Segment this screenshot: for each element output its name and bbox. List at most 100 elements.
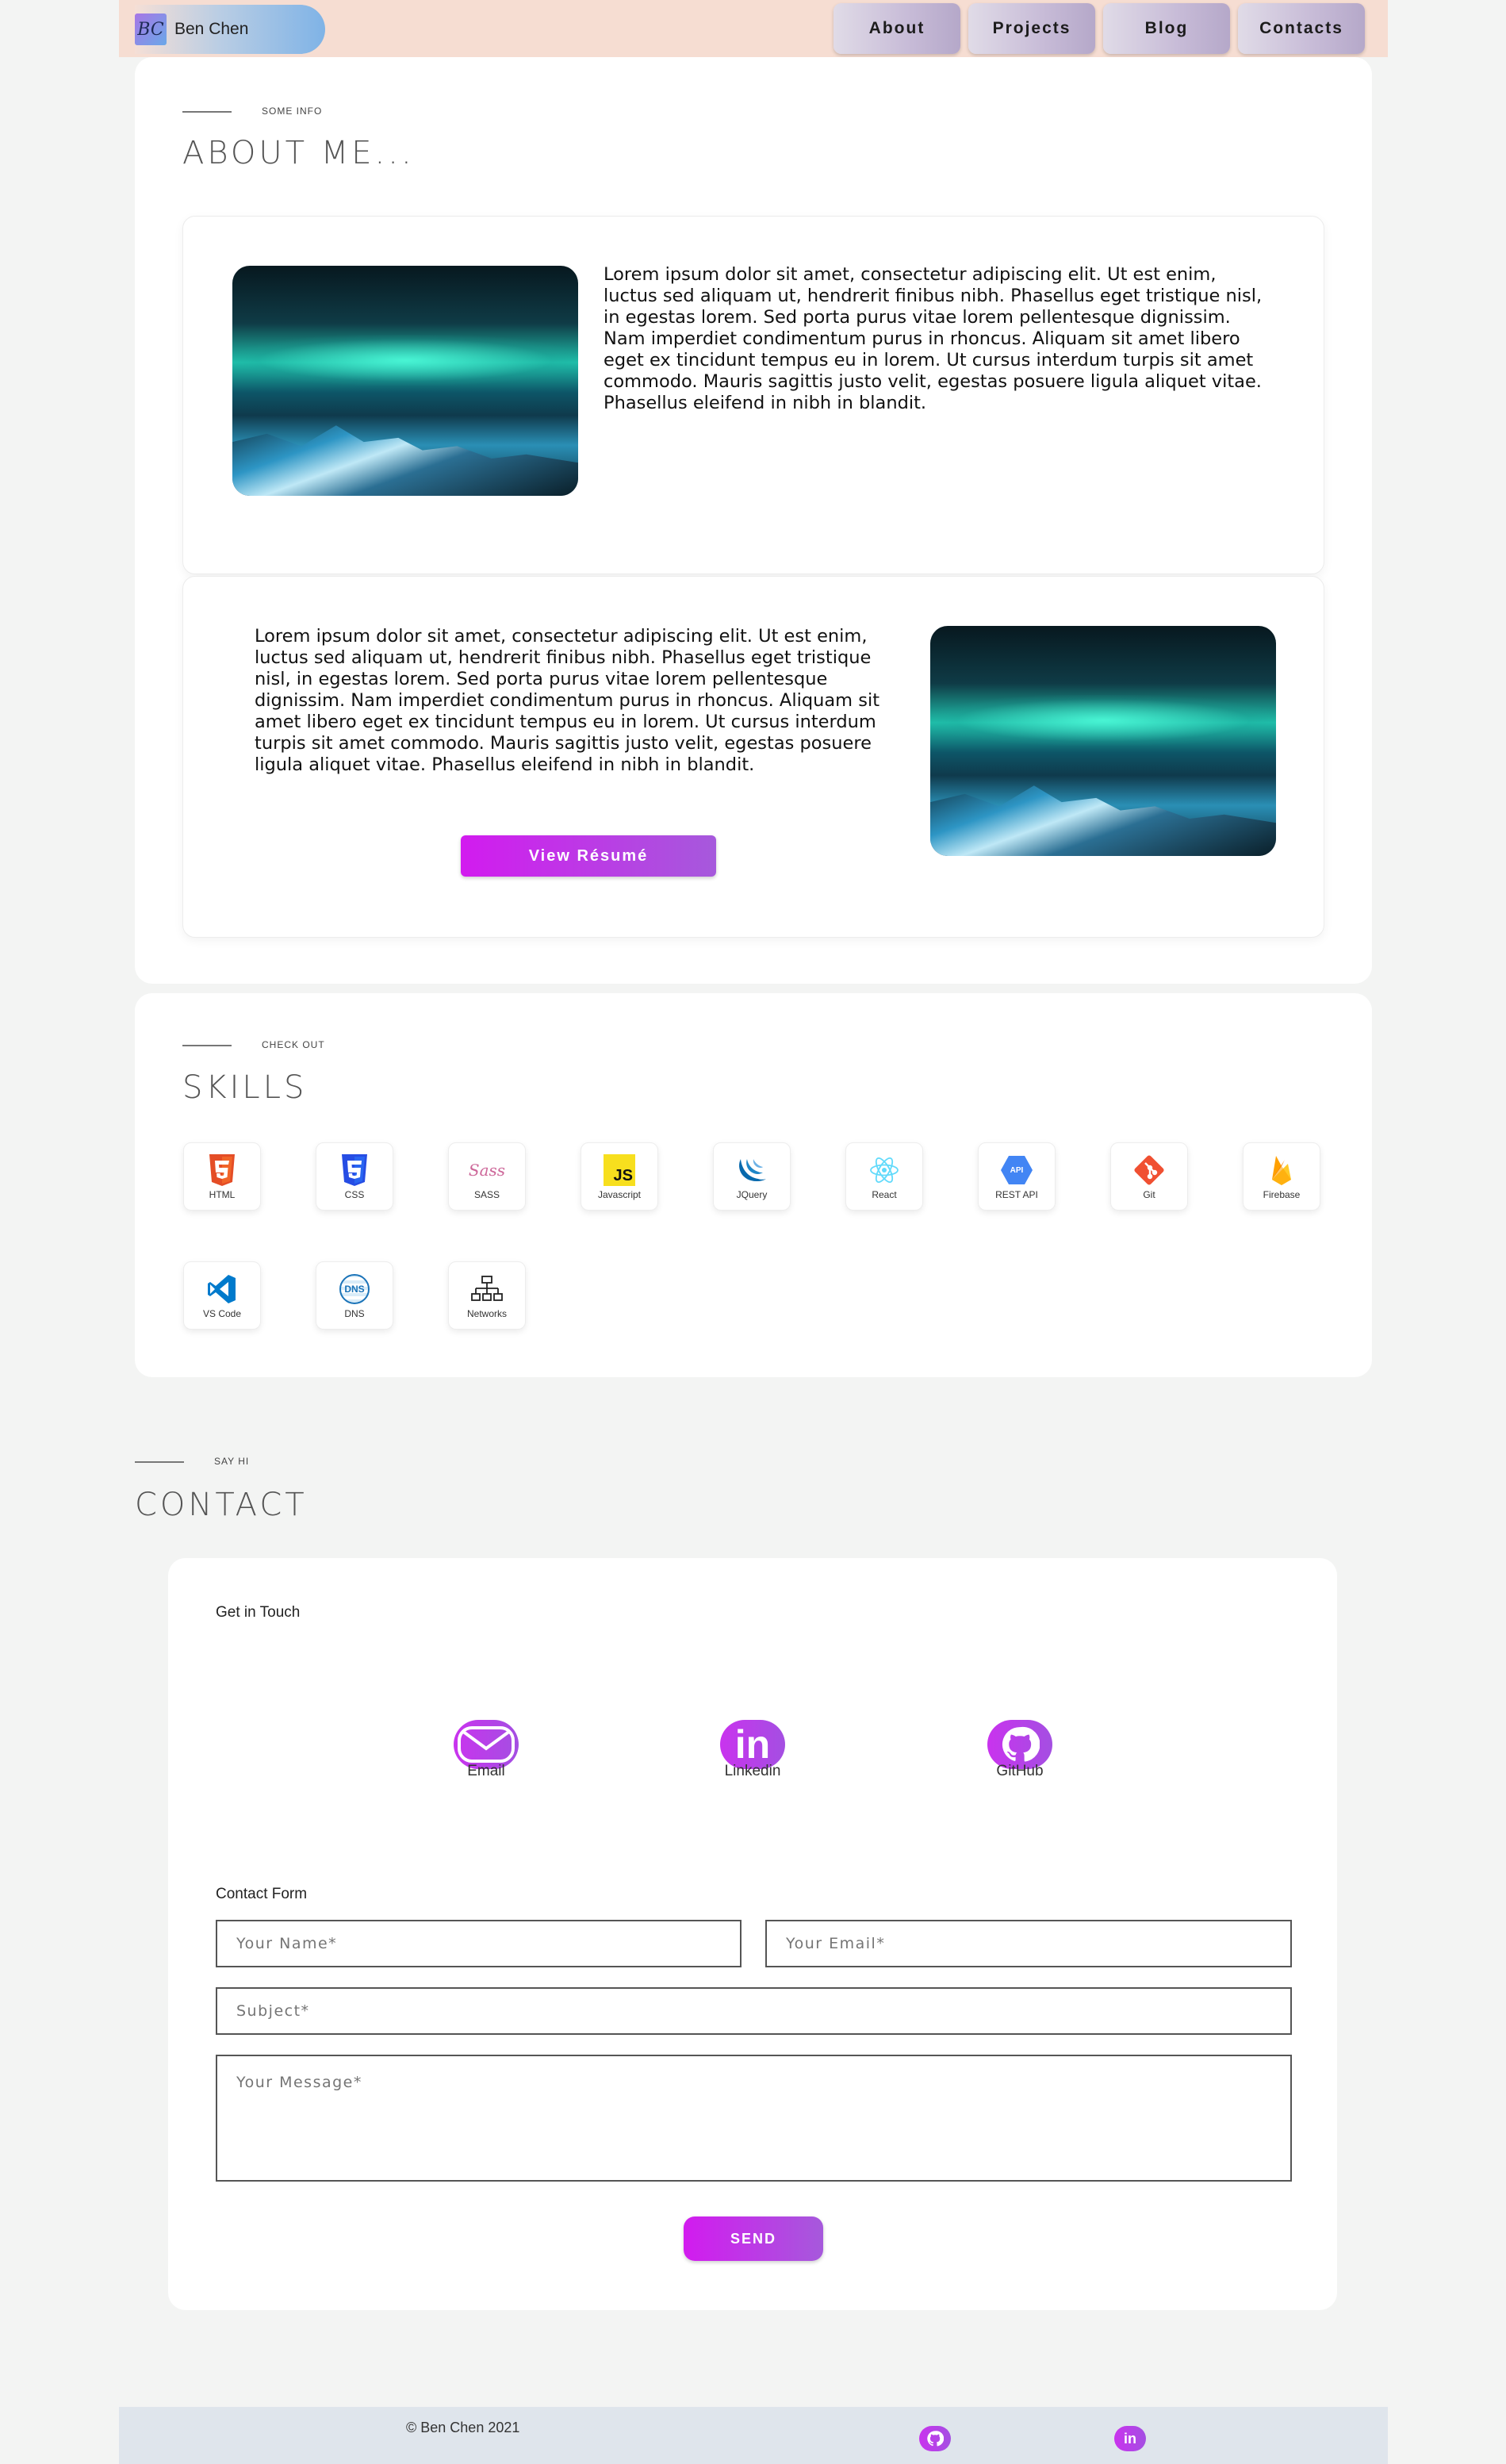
contact-eyebrow: SAY HI (214, 1456, 250, 1467)
skill-javascript[interactable]: JS Javascript (581, 1142, 658, 1211)
css3-icon (339, 1153, 370, 1188)
github-icon (987, 1720, 1052, 1769)
footer: © Ben Chen 2021 in (119, 2407, 1388, 2464)
mail-icon (454, 1720, 519, 1769)
email-label: Email (467, 1763, 505, 1779)
js-text: JS (613, 1167, 633, 1184)
sass-icon: Sass (468, 1153, 506, 1188)
skill-label: Git (1143, 1189, 1155, 1200)
network-icon (471, 1272, 503, 1307)
api-icon: API (1001, 1153, 1033, 1188)
skill-react[interactable]: React (845, 1142, 923, 1211)
nav-contacts-button[interactable]: Contacts (1238, 3, 1365, 54)
name-input[interactable] (236, 1935, 721, 1952)
subject-field[interactable] (216, 1987, 1292, 2035)
skill-networks[interactable]: Networks (448, 1261, 526, 1330)
html5-icon (206, 1153, 238, 1188)
email-input[interactable] (786, 1935, 1271, 1952)
footer-linkedin-icon[interactable]: in (1114, 2426, 1146, 2451)
skill-sass[interactable]: Sass SASS (448, 1142, 526, 1211)
ice-rocks (930, 785, 1276, 856)
skill-vscode[interactable]: VS Code (183, 1261, 261, 1330)
skill-html[interactable]: HTML (183, 1142, 261, 1211)
javascript-icon: JS (604, 1153, 635, 1188)
logo: BC (135, 13, 167, 45)
skill-css[interactable]: CSS (316, 1142, 393, 1211)
brand[interactable]: BC Ben Chen (135, 5, 325, 54)
skills-title: SKILLS (182, 1069, 308, 1106)
skill-label: DNS (344, 1308, 365, 1319)
get-in-touch-label: Get in Touch (216, 1604, 301, 1621)
aurora-glow (930, 695, 1276, 746)
skill-label: CSS (344, 1189, 365, 1200)
vscode-icon (206, 1272, 238, 1307)
skill-firebase[interactable]: Firebase (1243, 1142, 1320, 1211)
eyebrow-line (135, 1461, 184, 1463)
github-link[interactable]: GitHub (941, 1720, 1099, 1780)
skills-section: CHECK OUT SKILLS HTML CSS Sass SASS JS J… (135, 993, 1372, 1377)
footer-linkedin-glyph: in (1124, 2430, 1136, 2447)
about-panel-1: Lorem ipsum dolor sit amet, consectetur … (182, 216, 1324, 574)
subject-input[interactable] (236, 2002, 1271, 2020)
about-paragraph-1: Lorem ipsum dolor sit amet, consectetur … (604, 264, 1263, 413)
skill-label: REST API (995, 1189, 1038, 1200)
view-resume-button[interactable]: View Résumé (461, 835, 716, 877)
aurora-glow (232, 335, 578, 386)
contact-title: CONTACT (135, 1487, 308, 1523)
eyebrow-line (182, 111, 232, 113)
skill-label: HTML (209, 1189, 236, 1200)
linkedin-icon: in (720, 1720, 785, 1769)
firebase-icon (1266, 1153, 1297, 1188)
react-icon (868, 1153, 900, 1188)
sass-logotype: Sass (468, 1161, 506, 1180)
jquery-icon (736, 1153, 768, 1188)
eyebrow-line (182, 1045, 232, 1046)
send-button[interactable]: SEND (684, 2216, 823, 2261)
about-eyebrow: SOME INFO (262, 106, 323, 117)
top-nav: BC Ben Chen About Projects Blog Contacts (119, 0, 1388, 57)
dns-text: DNS (344, 1284, 365, 1295)
contact-card: Get in Touch Email in Linkedin GitHub Co… (168, 1558, 1337, 2310)
linkedin-link[interactable]: in Linkedin (673, 1720, 832, 1780)
name-field[interactable] (216, 1920, 742, 1967)
brand-name: Ben Chen (174, 20, 249, 38)
skill-label: React (872, 1189, 897, 1200)
linkedin-label: Linkedin (724, 1763, 781, 1779)
skill-label: Networks (466, 1308, 507, 1319)
aurora-image-1 (232, 266, 578, 496)
about-title: ABOUT ME... (182, 135, 415, 171)
skill-label: JQuery (736, 1189, 768, 1200)
git-icon (1133, 1153, 1165, 1188)
api-text: API (1010, 1165, 1024, 1175)
email-field[interactable] (765, 1920, 1292, 1967)
aurora-image-2 (930, 626, 1276, 856)
about-paragraph-2: Lorem ipsum dolor sit amet, consectetur … (255, 626, 880, 775)
about-section: SOME INFO ABOUT ME... Lorem ipsum dolor … (135, 57, 1372, 984)
message-input[interactable] (236, 2056, 1271, 2180)
linkedin-glyph: in (734, 1722, 771, 1767)
nav-projects-button[interactable]: Projects (968, 3, 1095, 54)
js-badge: JS (604, 1154, 635, 1186)
nav-about-button[interactable]: About (833, 3, 960, 54)
skill-label: Javascript (597, 1189, 642, 1200)
dns-globe: DNS (339, 1274, 370, 1304)
dns-icon: DNS (339, 1272, 370, 1307)
skill-jquery[interactable]: JQuery (713, 1142, 791, 1211)
copyright: © Ben Chen 2021 (406, 2420, 520, 2435)
skill-label: SASS (473, 1189, 500, 1200)
skill-dns[interactable]: DNS DNS (316, 1261, 393, 1330)
api-hexagon: API (1001, 1156, 1033, 1184)
email-link[interactable]: Email (407, 1720, 565, 1780)
contact-form-label: Contact Form (216, 1886, 308, 1902)
about-panel-2: Lorem ipsum dolor sit amet, consectetur … (182, 576, 1324, 938)
github-label: GitHub (996, 1763, 1044, 1779)
skills-eyebrow: CHECK OUT (262, 1039, 325, 1050)
nav-blog-button[interactable]: Blog (1103, 3, 1230, 54)
skill-git[interactable]: Git (1110, 1142, 1188, 1211)
skill-rest-api[interactable]: API REST API (978, 1142, 1056, 1211)
message-field[interactable] (216, 2055, 1292, 2182)
footer-github-icon[interactable] (919, 2426, 951, 2451)
logo-text: BC (137, 19, 164, 40)
skill-label: VS Code (202, 1308, 242, 1319)
ice-rocks (232, 425, 578, 496)
